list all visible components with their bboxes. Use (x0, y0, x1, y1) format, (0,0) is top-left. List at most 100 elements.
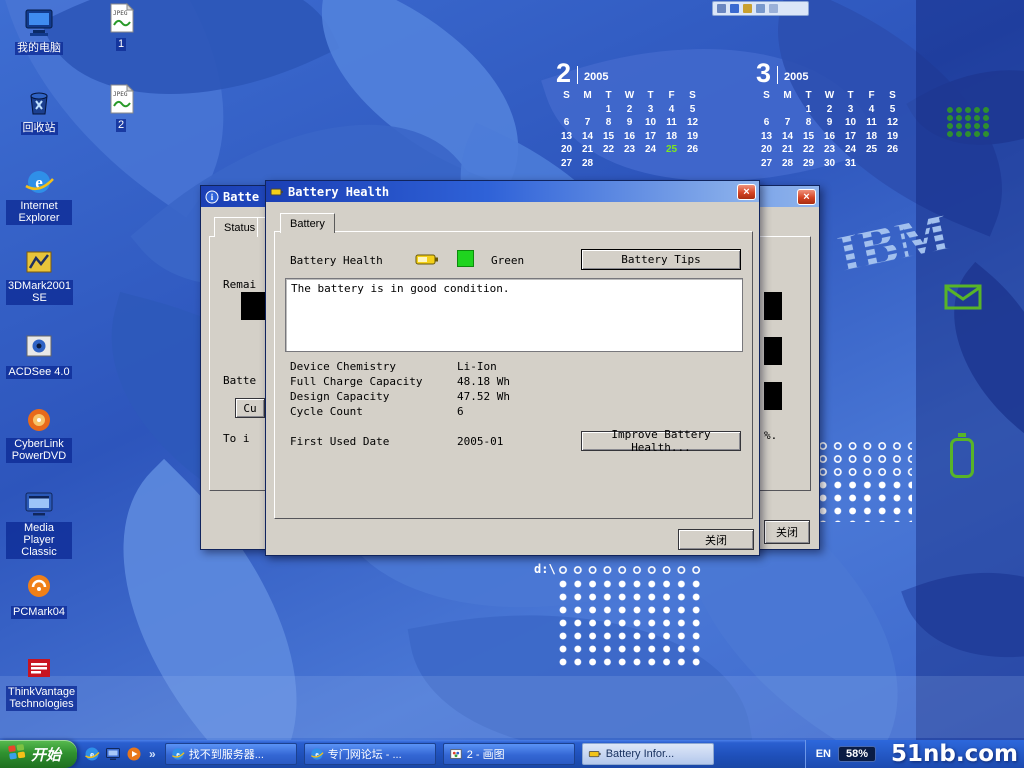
desktop-icon-jpeg-2[interactable]: JPEG2 (88, 83, 154, 133)
calendar-date: 30 (819, 157, 840, 171)
close-button[interactable]: × (797, 189, 816, 205)
task-label: Battery Infor... (606, 748, 674, 760)
calendar-grid: SMTWTFS123456789101112131415161718192021… (756, 89, 903, 170)
battery-fields: Device ChemistryLi-IonFull Charge Capaci… (290, 360, 740, 420)
dot-pattern-rings (816, 440, 912, 479)
calendar-date: 12 (682, 116, 703, 130)
desktop-icon-pcmark04[interactable]: PCMark04 (6, 570, 72, 620)
calendar-date (619, 157, 640, 171)
task-label: 专门网论坛 - ... (328, 746, 402, 762)
current-button-fragment[interactable]: Cu (235, 398, 265, 418)
improve-battery-health-button[interactable]: Improve Battery Health... (581, 431, 741, 451)
toolbar-keyboard-icon[interactable] (769, 4, 778, 13)
battery-label-fragment: Batte (223, 374, 256, 387)
calendar-date: 26 (682, 143, 703, 157)
calendar-date: 27 (556, 157, 577, 171)
calendar-date: 13 (556, 130, 577, 144)
condition-textbox: The battery is in good condition. (285, 278, 743, 352)
desktop-icon-label: PCMark04 (11, 606, 67, 619)
percent-fragment: %. (764, 429, 777, 442)
calendar-date: 26 (882, 143, 903, 157)
desktop-icon-acdsee[interactable]: ACDSee 4.0 (6, 330, 72, 380)
calendar-date: 8 (598, 116, 619, 130)
media-player-icon[interactable] (126, 746, 142, 762)
calendar-date: 4 (861, 103, 882, 117)
taskbar-task-4[interactable]: Battery Infor... (582, 743, 714, 765)
calendar-day-header: T (840, 89, 861, 103)
calendar-date: 22 (598, 143, 619, 157)
desktop-icon-recycle-bin[interactable]: 回收站 (6, 86, 72, 136)
battery-health-titlebar[interactable]: Battery Health × (266, 181, 759, 202)
calendar-day-header: F (661, 89, 682, 103)
taskbar-task-1[interactable]: e找不到服务器... (165, 743, 297, 765)
calendar-year: 2005 (784, 71, 808, 86)
calendar-date (756, 103, 777, 117)
desktop-icon-mpc[interactable]: Media Player Classic (6, 488, 72, 560)
bg-close-button[interactable]: 关闭 (764, 520, 810, 544)
quick-launch-overflow-chevron[interactable]: » (147, 747, 158, 761)
desktop-icon-my-computer[interactable]: 我的电脑 (6, 6, 72, 56)
first-used-value: 2005-01 (457, 435, 503, 448)
keypad-grid-icon (946, 106, 990, 137)
calendar-day-header: F (861, 89, 882, 103)
taskbar-task-3[interactable]: 2 - 画图 (443, 743, 575, 765)
calendar-day-header: M (577, 89, 598, 103)
desktop-icon-jpeg-1[interactable]: JPEG1 (88, 2, 154, 52)
desktop-icon-internet-explorer[interactable]: eInternet Explorer (6, 166, 72, 226)
svg-text:JPEG: JPEG (113, 91, 128, 98)
svg-text:IBM: IBM (832, 202, 954, 286)
close-button[interactable]: × (737, 184, 756, 200)
toolbar-plug-icon[interactable] (717, 4, 726, 13)
calendar-date: 16 (819, 130, 840, 144)
desktop-icon-label: 3DMark2001 SE (6, 280, 73, 305)
battery-tips-button[interactable]: Battery Tips (581, 249, 741, 270)
calendar-date: 25 (861, 143, 882, 157)
desktop-icon-label: ThinkVantage Technologies (6, 686, 77, 711)
condition-text: The battery is in good condition. (286, 279, 742, 298)
desktop-icon-thinkvantage[interactable]: ThinkVantage Technologies (6, 652, 72, 712)
calendar-date: 5 (682, 103, 703, 117)
calendar-day-header: W (819, 89, 840, 103)
my-computer-icon (23, 6, 55, 38)
wallpaper-bottom-band (0, 676, 1024, 738)
calendar-date (577, 103, 598, 117)
battery-meter[interactable]: 58% (838, 746, 876, 762)
calendar-date: 22 (798, 143, 819, 157)
pcmark04-icon (23, 570, 55, 602)
toolbar-speaker-icon[interactable] (730, 4, 739, 13)
calendar-month: 3 (756, 60, 771, 86)
svg-text:e: e (315, 750, 319, 759)
toolbar-pen-icon[interactable] (743, 4, 752, 13)
drive-dot-rings (556, 564, 706, 578)
desktop-icon-powerdvd[interactable]: CyberLink PowerDVD (6, 404, 72, 464)
calendar-date: 24 (640, 143, 661, 157)
battery-health-window: Battery Health × Battery Battery Health … (265, 180, 760, 556)
calendar-date: 20 (556, 143, 577, 157)
calendar-day-header: S (682, 89, 703, 103)
start-flag-icon (8, 744, 26, 764)
taskbar-task-2[interactable]: e 专门网论坛 - ... (304, 743, 436, 765)
floating-toolbar[interactable] (712, 1, 809, 16)
calendar-date: 3 (640, 103, 661, 117)
calendar-day-header: S (756, 89, 777, 103)
desktop-icon-label: CyberLink PowerDVD (6, 438, 72, 463)
field-label: Cycle Count (290, 405, 457, 420)
calendar-date: 24 (840, 143, 861, 157)
calendar-date (861, 157, 882, 171)
language-indicator[interactable]: EN (816, 748, 831, 760)
show-desktop-icon[interactable] (105, 746, 121, 762)
dialog-close-button[interactable]: 关闭 (678, 529, 754, 550)
desktop-icon-3dmark2001[interactable]: 3DMark2001 SE (6, 246, 72, 306)
calendar-date: 13 (756, 130, 777, 144)
internet-explorer-icon[interactable]: e (84, 746, 100, 762)
start-button[interactable]: 开始 (0, 740, 77, 768)
calendar-date: 10 (840, 116, 861, 130)
calendar-divider (777, 66, 778, 84)
field-row: Cycle Count6 (290, 405, 740, 420)
calendar-date: 23 (819, 143, 840, 157)
gauge-segment (764, 337, 782, 365)
toolbar-monitor-icon[interactable] (756, 4, 765, 13)
calendar-date: 7 (577, 116, 598, 130)
tab-battery[interactable]: Battery (280, 213, 335, 233)
calendar-date: 20 (756, 143, 777, 157)
